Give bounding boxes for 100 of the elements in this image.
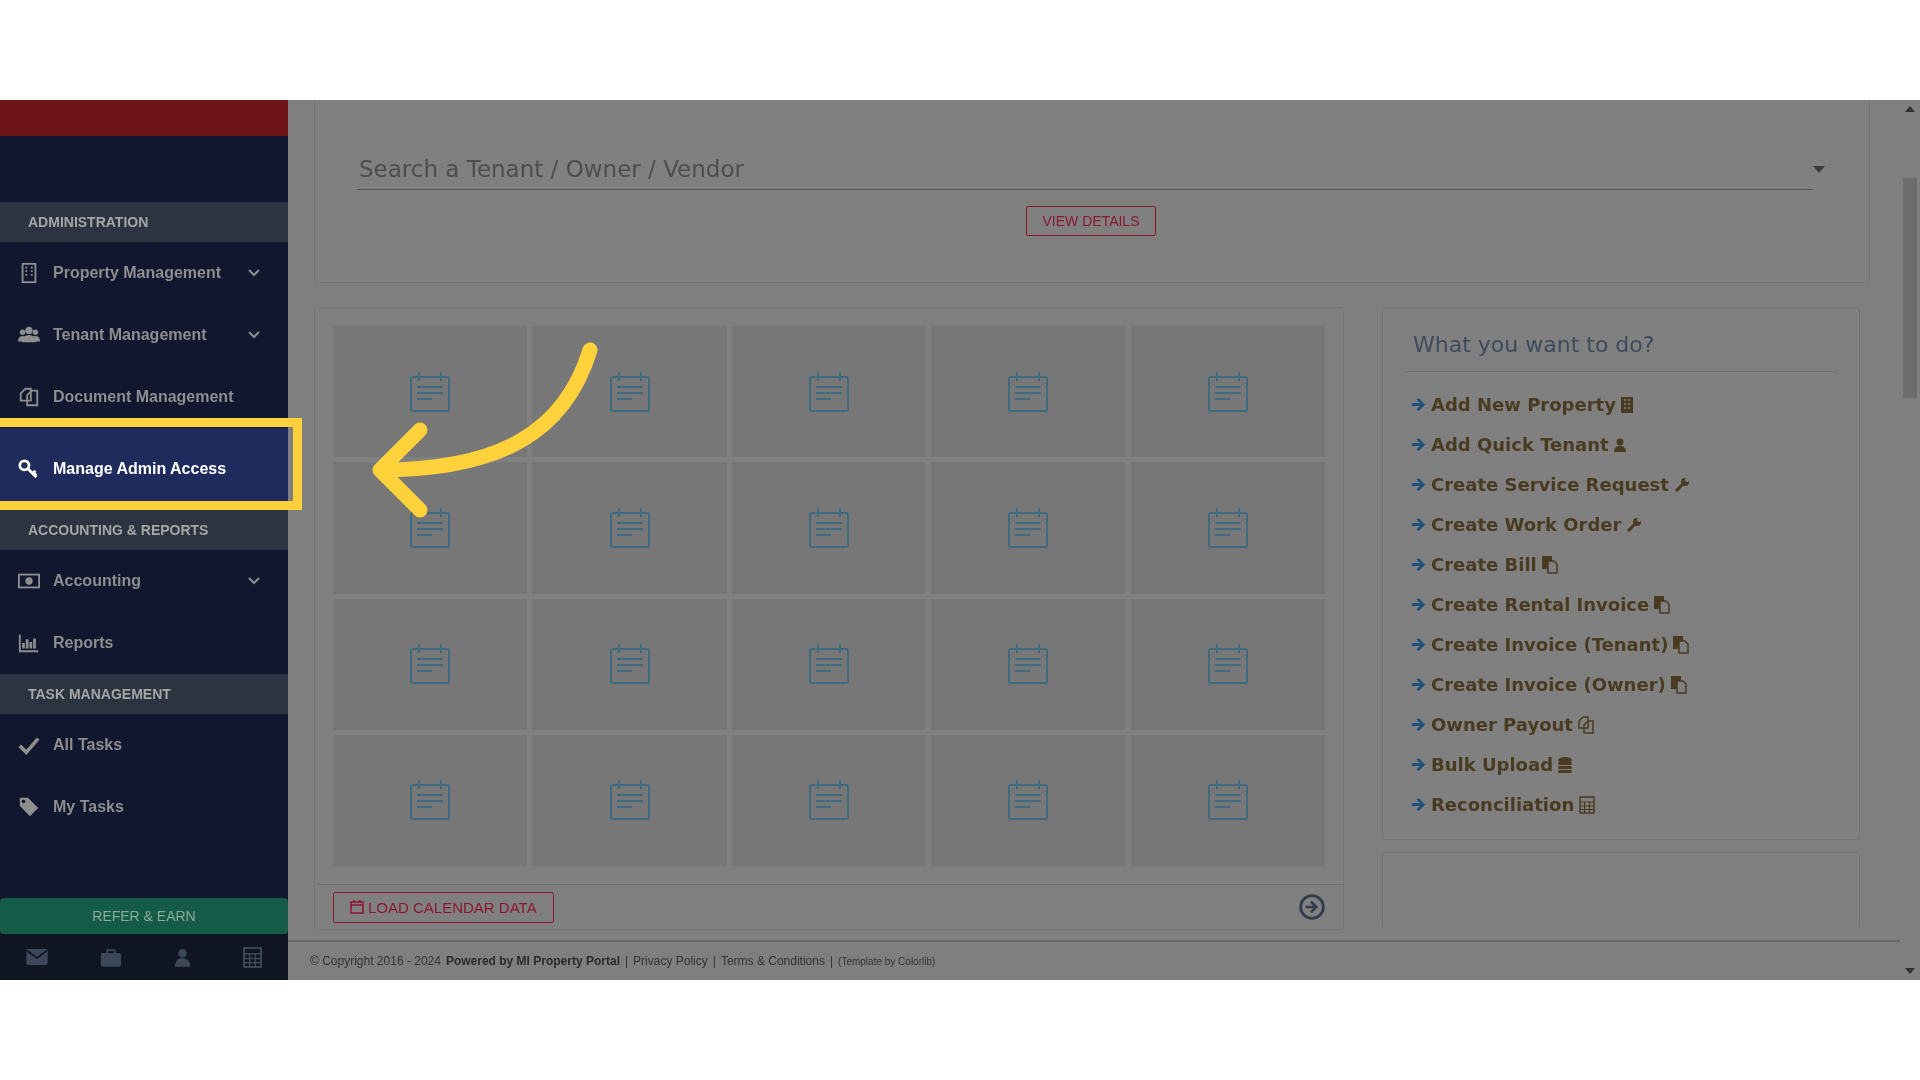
action-link[interactable]: Create Invoice (Owner) <box>1411 674 1837 695</box>
dropdown-caret-icon <box>1813 165 1825 173</box>
load-calendar-button[interactable]: LOAD CALENDAR DATA <box>333 891 554 923</box>
calendar-note-icon <box>1007 643 1050 686</box>
action-link[interactable]: Owner Payout <box>1411 714 1837 735</box>
calendar-cell[interactable] <box>532 462 727 594</box>
view-details-button[interactable]: VIEW DETAILS <box>1025 206 1157 236</box>
calendar-cell[interactable] <box>1130 734 1325 866</box>
calendar-cell[interactable] <box>931 734 1126 866</box>
chevron-down-icon <box>248 331 260 339</box>
briefcase-icon[interactable] <box>100 947 122 967</box>
building-icon <box>1620 396 1633 413</box>
calendar-note-icon <box>409 779 452 822</box>
scroll-up-icon[interactable] <box>1905 106 1915 112</box>
bar-chart-icon <box>18 632 40 654</box>
action-link[interactable]: Add New Property <box>1411 394 1837 415</box>
calendar-cell[interactable] <box>931 326 1126 458</box>
calendar-cell[interactable] <box>931 598 1126 730</box>
sidebar-item[interactable]: Property Management <box>0 242 288 304</box>
key-icon <box>18 458 40 480</box>
arrow-right-icon <box>1411 797 1426 812</box>
calendar-note-icon <box>1007 779 1050 822</box>
chevron-down-icon <box>248 269 260 277</box>
footer-link[interactable]: Privacy Policy <box>633 954 708 968</box>
calendar-cell[interactable] <box>731 598 927 730</box>
arrow-right-icon <box>1411 397 1426 412</box>
arrow-right-icon <box>1411 477 1426 492</box>
calendar-cell[interactable] <box>731 462 927 594</box>
calendar-note-icon <box>409 370 452 413</box>
action-link[interactable]: Add Quick Tenant <box>1411 434 1837 455</box>
copy-icon <box>1577 715 1594 734</box>
calendar-note-icon <box>608 643 651 686</box>
calendar-note-icon <box>409 643 452 686</box>
calendar-note-icon <box>1007 370 1050 413</box>
calendar-cell[interactable] <box>333 734 528 866</box>
arrow-circle-right-icon[interactable] <box>1299 894 1325 920</box>
chevron-down-icon <box>248 577 260 585</box>
wrench-icon <box>1626 516 1643 533</box>
calendar-cell[interactable] <box>333 598 528 730</box>
sidebar-item[interactable]: Reports <box>0 612 288 674</box>
calendar-cell[interactable] <box>731 734 927 866</box>
calendar-cell[interactable] <box>931 462 1126 594</box>
calculator-icon[interactable] <box>243 946 262 968</box>
calendar-note-icon <box>1206 506 1249 549</box>
sidebar-item[interactable]: Document Management <box>0 366 288 428</box>
calendar-cell[interactable] <box>731 326 927 458</box>
arrow-right-icon <box>1411 717 1426 732</box>
calendar-note-icon <box>409 506 452 549</box>
mail-icon[interactable] <box>26 949 48 965</box>
action-link[interactable]: Reconciliation <box>1411 794 1837 815</box>
sidebar-item[interactable]: Accounting <box>0 550 288 612</box>
action-link[interactable]: Create Work Order <box>1411 514 1837 535</box>
arrow-right-icon <box>1411 437 1426 452</box>
calendar-note-icon <box>808 779 850 822</box>
copyright-text: © Copyright 2016 - 2024 <box>310 954 441 968</box>
calendar-cell[interactable] <box>532 598 727 730</box>
scroll-down-icon[interactable] <box>1905 968 1915 974</box>
sidebar-item[interactable]: All Tasks <box>0 714 288 776</box>
calendar-note-icon <box>608 370 651 413</box>
sidebar-item[interactable]: My Tasks <box>0 776 288 838</box>
template-credit: (Template by Colorlib) <box>838 955 936 967</box>
calendar-cell[interactable] <box>333 462 528 594</box>
calendar-note-icon <box>808 643 850 686</box>
separator: | <box>624 954 629 968</box>
calendar-note-icon <box>808 370 850 413</box>
calendar-cell[interactable] <box>1130 598 1325 730</box>
arrow-right-icon <box>1411 677 1426 692</box>
calendar-cell[interactable] <box>532 734 727 866</box>
section-header: TASK MANAGEMENT <box>0 674 288 714</box>
wrench-icon <box>1673 476 1690 493</box>
action-link[interactable]: Create Invoice (Tenant) <box>1411 634 1837 655</box>
calendar-cell[interactable] <box>532 326 727 458</box>
calendar-note-icon <box>608 779 651 822</box>
sidebar-item[interactable]: Tenant Management <box>0 304 288 366</box>
actions-title: What you want to do? <box>1405 322 1837 372</box>
copy-icon <box>1541 555 1558 574</box>
calendar-cell[interactable] <box>1130 462 1325 594</box>
separator: | <box>829 954 834 968</box>
calendar-cell[interactable] <box>1130 326 1325 458</box>
database-icon <box>1558 756 1572 773</box>
user-icon[interactable] <box>174 947 191 967</box>
action-link[interactable]: Create Service Request <box>1411 474 1837 495</box>
separator: | <box>712 954 716 968</box>
action-link[interactable]: Create Bill <box>1411 554 1837 575</box>
calendar-cell[interactable] <box>333 326 528 458</box>
calendar-note-icon <box>1206 370 1249 413</box>
calendar-note-icon <box>1206 779 1249 822</box>
arrow-right-icon <box>1411 757 1426 772</box>
arrow-right-icon <box>1411 557 1426 572</box>
powered-by-link[interactable]: Powered by MI Property Portal <box>445 954 620 968</box>
user-icon <box>1613 437 1626 452</box>
section-header: ADMINISTRATION <box>0 202 288 242</box>
copy-icon <box>1673 635 1690 654</box>
action-link[interactable]: Bulk Upload <box>1411 754 1837 775</box>
refer-earn-button[interactable]: REFER & EARN <box>0 898 288 934</box>
copy-icon <box>1670 675 1687 694</box>
footer-link[interactable]: Terms & Conditions <box>720 954 825 968</box>
arrow-right-icon <box>1411 517 1426 532</box>
calendar-note-icon <box>1206 643 1249 686</box>
action-link[interactable]: Create Rental Invoice <box>1411 594 1837 615</box>
